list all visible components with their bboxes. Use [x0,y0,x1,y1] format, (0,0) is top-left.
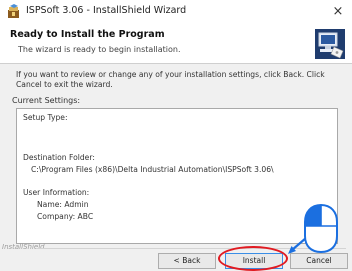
installshield-wizard-window: ISPSoft 3.06 - InstallShield Wizard × Re… [0,0,352,271]
user-information-label: User Information: [23,188,90,197]
page-subtitle: The wizard is ready to begin installatio… [18,45,181,54]
destination-path: C:\Program Files (x86)\Delta Industrial … [31,165,274,174]
installshield-brand: InstallShield [2,243,45,251]
installer-app-icon [8,4,19,18]
title-bar: ISPSoft 3.06 - InstallShield Wizard × [0,0,352,24]
destination-folder-label: Destination Folder: [23,153,95,162]
current-settings-label: Current Settings: [12,96,81,105]
user-name: Name: Admin [37,200,89,209]
close-icon[interactable]: × [328,2,348,22]
wizard-header: Ready to Install the Program The wizard … [0,24,352,64]
window-title: ISPSoft 3.06 - InstallShield Wizard [26,5,187,16]
page-title: Ready to Install the Program [10,29,165,40]
intro-text: If you want to review or change any of y… [16,70,325,89]
setup-type-label: Setup Type: [23,113,68,122]
mouse-left-click-icon [288,203,338,254]
installer-computer-icon [315,29,345,59]
back-button[interactable]: < Back [158,253,216,269]
user-company: Company: ABC [37,212,94,221]
